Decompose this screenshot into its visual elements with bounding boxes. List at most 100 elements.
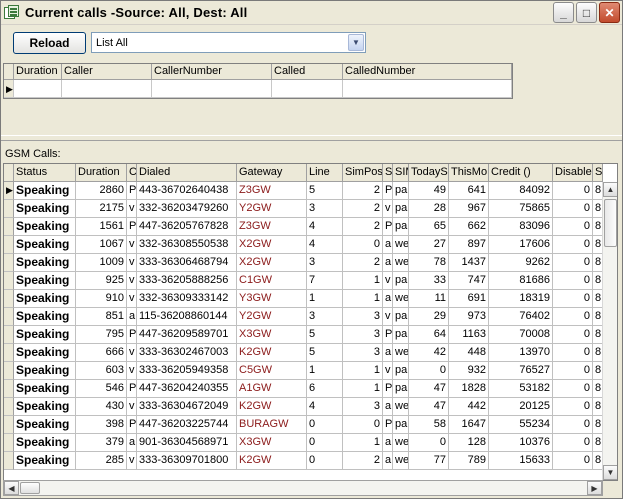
cell-thismo[interactable]: 691 <box>449 290 489 308</box>
row-selector[interactable] <box>4 362 14 380</box>
table-row[interactable]: Speaking1561P447-36205767828Z3GW42Ppar65… <box>4 218 604 236</box>
cell-s[interactable]: v <box>383 308 393 326</box>
cell-duration[interactable]: 398 <box>76 416 127 434</box>
cell-c[interactable]: a <box>127 308 137 326</box>
cell-gateway[interactable]: C5GW <box>237 362 307 380</box>
cell-s[interactable]: a <box>383 254 393 272</box>
cell-disable[interactable]: 0 <box>553 182 593 200</box>
cell-simpos[interactable]: 2 <box>343 254 383 272</box>
scroll-right-icon[interactable]: ▶ <box>587 481 602 495</box>
cell-todays[interactable]: 11 <box>409 290 449 308</box>
cell-c[interactable]: P <box>127 218 137 236</box>
cell-credit[interactable]: 55234 <box>489 416 553 434</box>
cell-dialed[interactable]: 447-36209589701 <box>137 326 237 344</box>
cell-s[interactable]: v <box>383 200 393 218</box>
cell-status[interactable]: Speaking <box>14 380 76 398</box>
scroll-down-icon[interactable]: ▼ <box>603 465 617 480</box>
filter-dropdown[interactable]: List All ▼ <box>91 32 366 53</box>
column-header-duration[interactable]: Duration <box>14 64 62 80</box>
row-selector[interactable]: ▶ <box>4 182 14 200</box>
row-selector[interactable] <box>4 380 14 398</box>
cell-simpos[interactable]: 3 <box>343 308 383 326</box>
cell-line[interactable]: 0 <box>307 434 343 452</box>
cell-s[interactable]: a <box>383 344 393 362</box>
chevron-down-icon[interactable]: ▼ <box>348 34 364 51</box>
cell-credit[interactable]: 53182 <box>489 380 553 398</box>
cell-credit[interactable]: 70008 <box>489 326 553 344</box>
cell-gateway[interactable]: X2GW <box>237 236 307 254</box>
new-row-cell[interactable] <box>152 80 272 98</box>
cell-thismo[interactable]: 747 <box>449 272 489 290</box>
cell-c[interactable]: v <box>127 290 137 308</box>
cell-todays[interactable]: 47 <box>409 380 449 398</box>
cell-line[interactable]: 4 <box>307 398 343 416</box>
column-header-dialed[interactable]: Dialed <box>137 164 237 182</box>
cell-status[interactable]: Speaking <box>14 416 76 434</box>
row-selector[interactable] <box>4 434 14 452</box>
cell-disable[interactable]: 0 <box>553 254 593 272</box>
cell-disable[interactable]: 0 <box>553 308 593 326</box>
new-row-cell[interactable] <box>62 80 152 98</box>
cell-disable[interactable]: 0 <box>553 452 593 470</box>
cell-sim[interactable]: we <box>393 290 409 308</box>
cell-duration[interactable]: 285 <box>76 452 127 470</box>
cell-gateway[interactable]: C1GW <box>237 272 307 290</box>
table-row[interactable]: Speaking 1067 v 332-36308550538 X2GW 4 0 a we 27 8… <box>4 236 604 254</box>
cell-sim[interactable]: par <box>393 218 409 236</box>
cell-status[interactable]: Speaking <box>14 398 76 416</box>
column-header-caller[interactable]: Caller <box>62 64 152 80</box>
cell-todays[interactable]: 33 <box>409 272 449 290</box>
cell-c[interactable]: P <box>127 182 137 200</box>
close-button[interactable]: ✕ <box>599 2 620 23</box>
cell-duration[interactable]: 910 <box>76 290 127 308</box>
cell-gateway[interactable]: X2GW <box>237 254 307 272</box>
cell-gateway[interactable]: Y3GW <box>237 290 307 308</box>
cell-sim[interactable]: we <box>393 254 409 272</box>
cell-simpos[interactable]: 1 <box>343 290 383 308</box>
cell-gateway[interactable]: Y2GW <box>237 200 307 218</box>
cell-disable[interactable]: 0 <box>553 344 593 362</box>
column-header-called[interactable]: Called <box>272 64 343 80</box>
cell-credit[interactable]: 10376 <box>489 434 553 452</box>
cell-duration[interactable]: 666 <box>76 344 127 362</box>
cell-todays[interactable]: 49 <box>409 182 449 200</box>
column-header-s[interactable]: S <box>383 164 393 182</box>
cell-line[interactable]: 0 <box>307 416 343 434</box>
horizontal-scroll-thumb[interactable] <box>20 482 40 494</box>
row-selector[interactable] <box>4 200 14 218</box>
cell-thismo[interactable]: 662 <box>449 218 489 236</box>
cell-line[interactable]: 1 <box>307 290 343 308</box>
cell-simpos[interactable]: 1 <box>343 434 383 452</box>
cell-sim[interactable]: par <box>393 326 409 344</box>
cell-duration[interactable]: 603 <box>76 362 127 380</box>
cell-line[interactable]: 3 <box>307 308 343 326</box>
cell-sim[interactable]: par <box>393 272 409 290</box>
column-header-gateway[interactable]: Gateway <box>237 164 307 182</box>
cell-gateway[interactable]: X3GW <box>237 434 307 452</box>
cell-credit[interactable]: 20125 <box>489 398 553 416</box>
cell-todays[interactable]: 65 <box>409 218 449 236</box>
cell-dialed[interactable]: 333-36309701800 <box>137 452 237 470</box>
cell-line[interactable]: 5 <box>307 344 343 362</box>
cell-thismo[interactable]: 967 <box>449 200 489 218</box>
cell-todays[interactable]: 29 <box>409 308 449 326</box>
cell-line[interactable]: 6 <box>307 380 343 398</box>
cell-s[interactable]: v <box>383 272 393 290</box>
cell-credit[interactable]: 83096 <box>489 218 553 236</box>
cell-c[interactable]: v <box>127 398 137 416</box>
cell-duration[interactable]: 430 <box>76 398 127 416</box>
cell-credit[interactable]: 81686 <box>489 272 553 290</box>
column-header-disable[interactable]: Disable <box>553 164 593 182</box>
cell-thismo[interactable]: 973 <box>449 308 489 326</box>
cell-status[interactable]: Speaking <box>14 326 76 344</box>
cell-s[interactable]: P <box>383 380 393 398</box>
reload-button[interactable]: Reload <box>13 32 86 54</box>
row-selector[interactable] <box>4 416 14 434</box>
cell-line[interactable]: 3 <box>307 200 343 218</box>
table-row[interactable]: Speaking925v333-36205888256C1GW71vpar337… <box>4 272 604 290</box>
column-header-duration[interactable]: Duration <box>76 164 127 182</box>
cell-todays[interactable]: 42 <box>409 344 449 362</box>
cell-status[interactable]: Speaking <box>14 362 76 380</box>
cell-status[interactable]: Speaking <box>14 308 76 326</box>
cell-duration[interactable]: 1561 <box>76 218 127 236</box>
